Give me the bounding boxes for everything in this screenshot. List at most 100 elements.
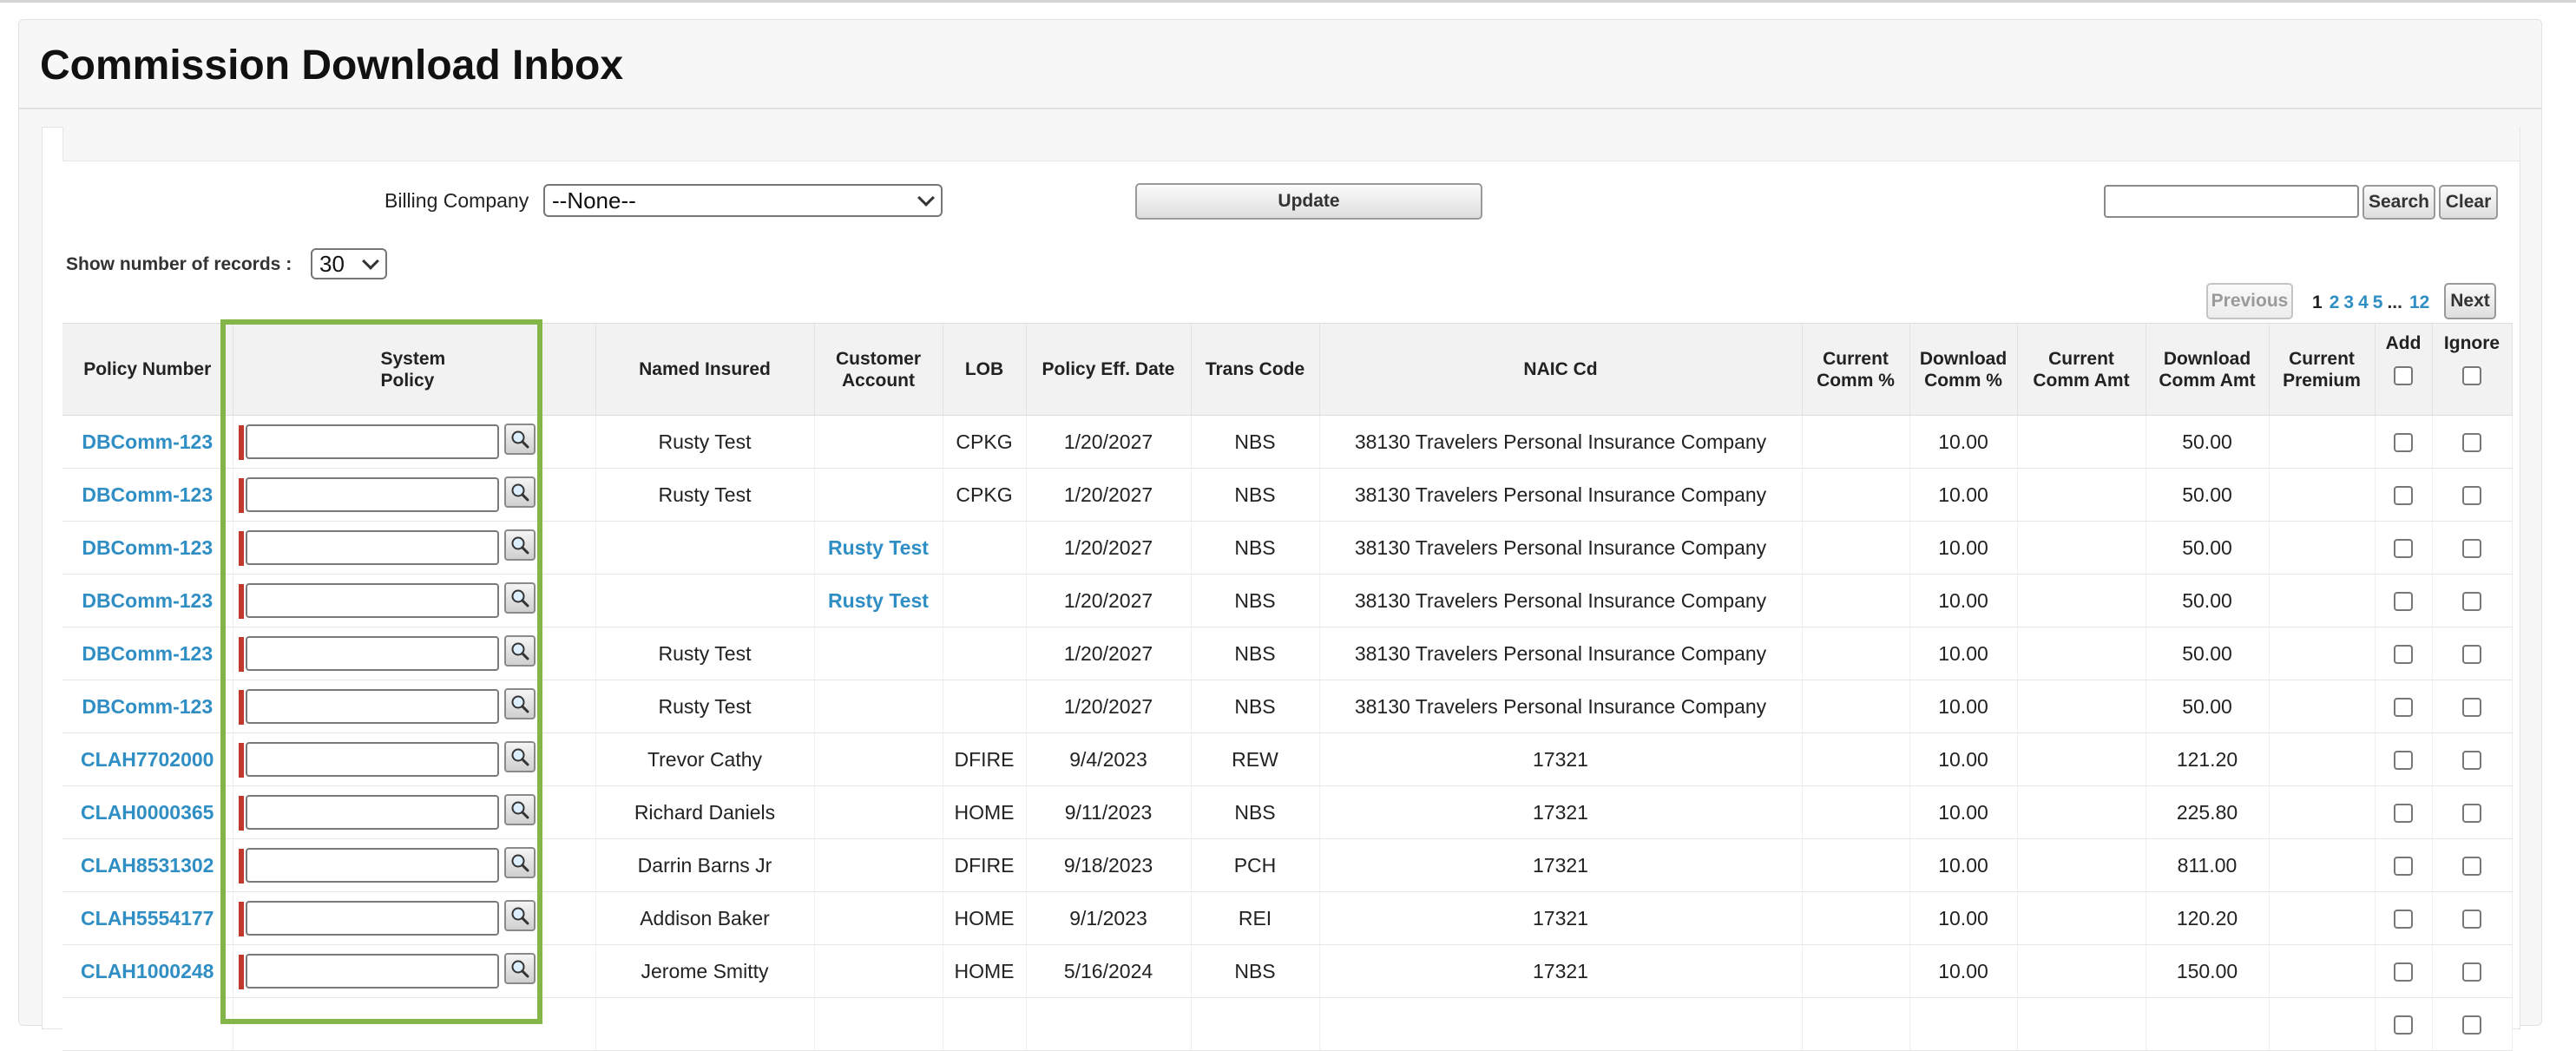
- system-policy-input[interactable]: [245, 954, 499, 989]
- policy-number-cell[interactable]: CLAH1000248: [62, 944, 233, 998]
- policy-number-link[interactable]: CLAH1000248: [81, 960, 214, 982]
- col-current-premium[interactable]: Current Premium: [2269, 323, 2376, 416]
- magnifier-lookup-icon[interactable]: [503, 529, 536, 561]
- add-checkbox[interactable]: [2394, 1015, 2413, 1035]
- system-policy-input[interactable]: [245, 530, 499, 565]
- add-checkbox[interactable]: [2394, 486, 2413, 506]
- policy-number-cell[interactable]: CLAH0000365: [62, 785, 233, 839]
- magnifier-lookup-icon[interactable]: [503, 688, 536, 719]
- update-button[interactable]: Update: [1135, 183, 1482, 220]
- page-link[interactable]: 3: [2343, 292, 2354, 312]
- policy-number-cell[interactable]: DBComm-123: [62, 680, 233, 733]
- customer-account-link[interactable]: Rusty Test: [828, 589, 929, 612]
- ignore-checkbox[interactable]: [2462, 592, 2481, 612]
- policy-number-link[interactable]: DBComm-123: [82, 483, 213, 506]
- ignore-checkbox[interactable]: [2462, 698, 2481, 718]
- policy-number-cell[interactable]: CLAH7702000: [62, 732, 233, 786]
- page-link[interactable]: 5: [2373, 292, 2383, 312]
- system-policy-input[interactable]: [245, 689, 499, 724]
- col-trans-code[interactable]: Trans Code: [1191, 323, 1320, 416]
- ignore-all-checkbox[interactable]: [2462, 366, 2481, 385]
- ignore-checkbox[interactable]: [2462, 486, 2481, 506]
- add-checkbox[interactable]: [2394, 698, 2413, 718]
- policy-number-cell[interactable]: DBComm-123: [62, 521, 233, 575]
- magnifier-lookup-icon[interactable]: [503, 953, 536, 984]
- add-checkbox[interactable]: [2394, 962, 2413, 982]
- add-checkbox[interactable]: [2394, 645, 2413, 665]
- ignore-checkbox[interactable]: [2462, 857, 2481, 877]
- system-policy-input[interactable]: [245, 742, 499, 777]
- system-policy-input[interactable]: [245, 901, 499, 936]
- policy-number-link[interactable]: DBComm-123: [82, 536, 213, 559]
- add-checkbox[interactable]: [2394, 539, 2413, 559]
- policy-number-cell[interactable]: DBComm-123: [62, 468, 233, 522]
- magnifier-lookup-icon[interactable]: [503, 741, 536, 772]
- col-system-policy[interactable]: System Policy: [233, 323, 596, 416]
- policy-number-link[interactable]: DBComm-123: [82, 430, 213, 453]
- system-policy-input[interactable]: [245, 848, 499, 883]
- policy-number-link[interactable]: DBComm-123: [82, 642, 213, 665]
- magnifier-lookup-icon[interactable]: [503, 635, 536, 667]
- col-named-insured[interactable]: Named Insured: [595, 323, 815, 416]
- ignore-checkbox[interactable]: [2462, 962, 2481, 982]
- customer-account-cell[interactable]: Rusty Test: [814, 574, 943, 627]
- page-link[interactable]: 4: [2358, 292, 2369, 312]
- records-select[interactable]: 30: [311, 248, 387, 279]
- policy-number-link[interactable]: CLAH5554177: [81, 907, 214, 929]
- policy-number-cell[interactable]: CLAH8531302: [62, 838, 233, 892]
- system-policy-input[interactable]: [245, 795, 499, 830]
- add-checkbox[interactable]: [2394, 433, 2413, 453]
- add-checkbox[interactable]: [2394, 910, 2413, 929]
- col-policy-eff-date[interactable]: Policy Eff. Date: [1026, 323, 1192, 416]
- system-policy-input[interactable]: [245, 424, 499, 459]
- col-lob[interactable]: LOB: [943, 323, 1027, 416]
- search-input[interactable]: [2104, 185, 2359, 218]
- add-all-checkbox[interactable]: [2394, 366, 2413, 385]
- policy-number-cell[interactable]: DBComm-123: [62, 627, 233, 680]
- page-link[interactable]: 2: [2330, 292, 2340, 312]
- page-link-last[interactable]: 12: [2409, 292, 2429, 312]
- magnifier-lookup-icon[interactable]: [503, 582, 536, 614]
- policy-number-link[interactable]: CLAH8531302: [81, 854, 214, 877]
- customer-account-cell[interactable]: Rusty Test: [814, 521, 943, 575]
- policy-number-cell[interactable]: CLAH5554177: [62, 891, 233, 945]
- clear-button[interactable]: Clear: [2439, 185, 2498, 220]
- ignore-checkbox[interactable]: [2462, 804, 2481, 824]
- col-download-comm-pct[interactable]: Download Comm %: [1909, 323, 2018, 416]
- magnifier-lookup-icon[interactable]: [503, 476, 536, 508]
- add-checkbox[interactable]: [2394, 804, 2413, 824]
- customer-account-link[interactable]: Rusty Test: [828, 536, 929, 559]
- policy-number-cell[interactable]: DBComm-123: [62, 574, 233, 627]
- next-button[interactable]: Next: [2444, 283, 2496, 319]
- magnifier-lookup-icon[interactable]: [503, 900, 536, 931]
- ignore-checkbox[interactable]: [2462, 1015, 2481, 1035]
- add-checkbox[interactable]: [2394, 592, 2413, 612]
- ignore-checkbox[interactable]: [2462, 751, 2481, 771]
- previous-button[interactable]: Previous: [2206, 283, 2293, 319]
- policy-number-cell[interactable]: DBComm-123: [62, 415, 233, 469]
- magnifier-lookup-icon[interactable]: [503, 424, 536, 455]
- magnifier-lookup-icon[interactable]: [503, 794, 536, 825]
- policy-number-link[interactable]: CLAH7702000: [81, 748, 214, 771]
- ignore-checkbox[interactable]: [2462, 645, 2481, 665]
- col-naic-cd[interactable]: NAIC Cd: [1319, 323, 1803, 416]
- system-policy-input[interactable]: [245, 477, 499, 512]
- col-policy-number[interactable]: Policy Number: [62, 323, 233, 416]
- ignore-checkbox[interactable]: [2462, 539, 2481, 559]
- col-current-comm-pct[interactable]: Current Comm %: [1802, 323, 1910, 416]
- col-current-comm-amt[interactable]: Current Comm Amt: [2017, 323, 2146, 416]
- policy-number-link[interactable]: CLAH0000365: [81, 801, 214, 824]
- search-button[interactable]: Search: [2362, 185, 2435, 220]
- billing-company-select[interactable]: --None--: [543, 184, 943, 217]
- magnifier-lookup-icon[interactable]: [503, 847, 536, 878]
- col-download-comm-amt[interactable]: Download Comm Amt: [2146, 323, 2270, 416]
- system-policy-input[interactable]: [245, 636, 499, 671]
- system-policy-input[interactable]: [245, 583, 499, 618]
- ignore-checkbox[interactable]: [2462, 433, 2481, 453]
- add-checkbox[interactable]: [2394, 751, 2413, 771]
- ignore-checkbox[interactable]: [2462, 910, 2481, 929]
- policy-number-link[interactable]: DBComm-123: [82, 589, 213, 612]
- add-checkbox[interactable]: [2394, 857, 2413, 877]
- policy-number-link[interactable]: DBComm-123: [82, 695, 213, 718]
- col-customer-account[interactable]: Customer Account: [814, 323, 943, 416]
